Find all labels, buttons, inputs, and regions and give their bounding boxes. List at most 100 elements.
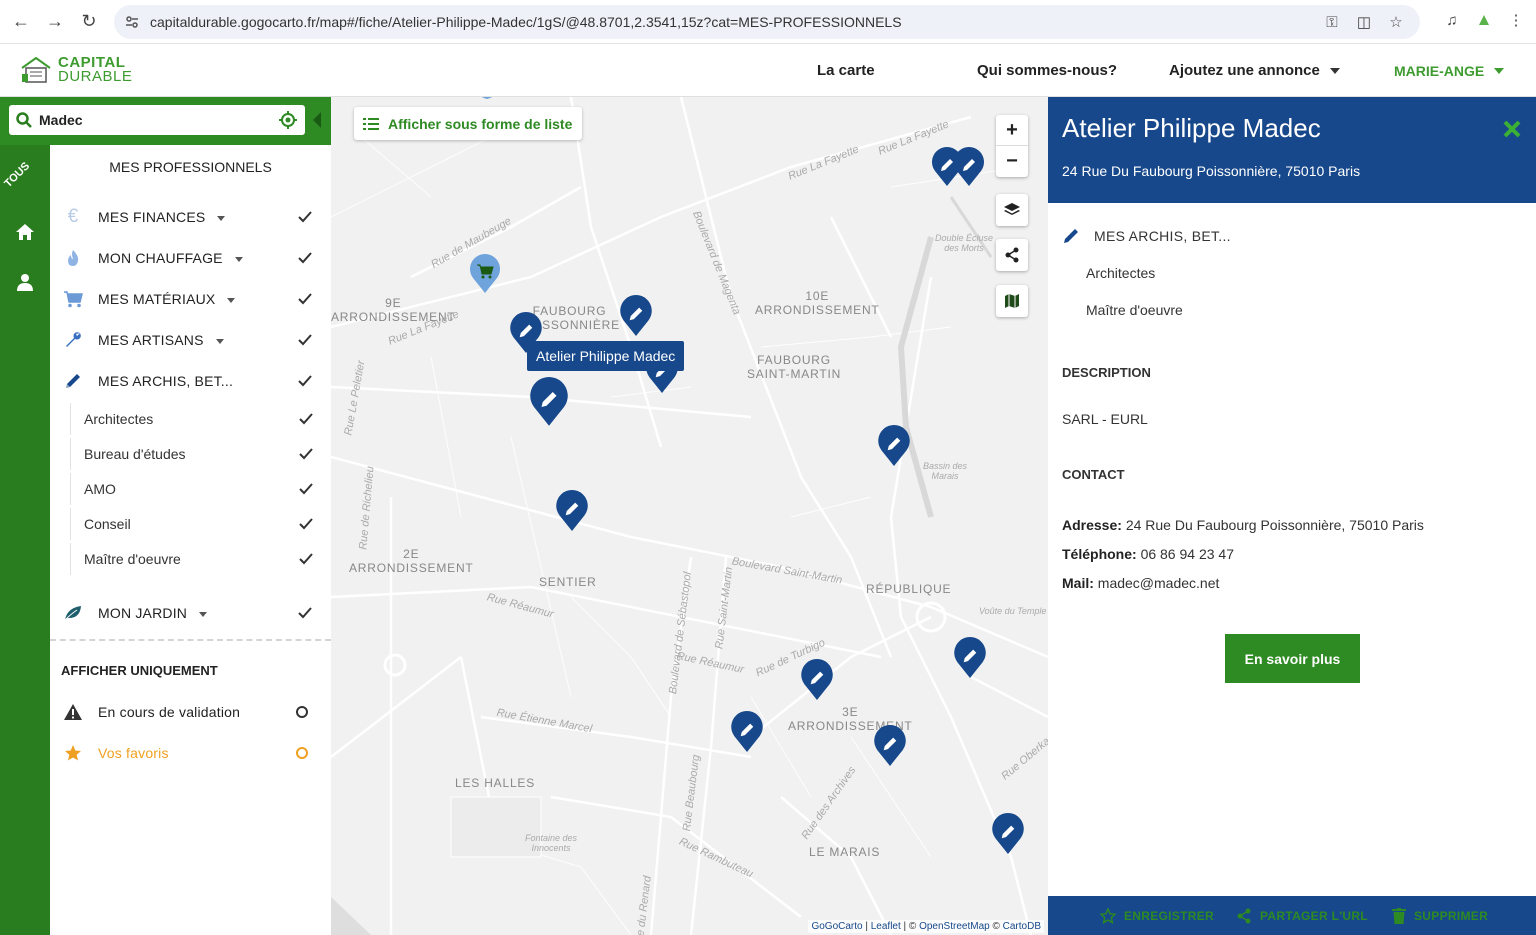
check-icon[interactable]: [298, 210, 312, 224]
share-button[interactable]: [996, 239, 1028, 271]
subcategory-conseil[interactable]: Conseil: [70, 508, 331, 540]
category-label: MES ARCHIS, BET...: [98, 373, 234, 389]
nav-qui-sommes-nous[interactable]: Qui sommes-nous?: [977, 44, 1117, 97]
share-url-button[interactable]: PARTAGER L'URL: [1236, 908, 1368, 924]
filter-en-cours-validation[interactable]: En cours de validation: [50, 694, 331, 730]
map-marker-archi[interactable]: [730, 711, 764, 753]
star-icon: [62, 742, 84, 764]
check-icon[interactable]: [298, 606, 312, 620]
map-label-le-marais: LE MARAIS: [809, 845, 881, 859]
contact-mail-value[interactable]: madec@madec.net: [1098, 575, 1220, 591]
map-label-line: 2E: [403, 547, 420, 561]
search-box[interactable]: [9, 105, 305, 135]
address-bar[interactable]: capitaldurable.gogocarto.fr/map#/fiche/A…: [114, 5, 1420, 39]
home-icon[interactable]: [10, 217, 40, 247]
category-mes-artisans[interactable]: MES ARTISANS: [50, 322, 331, 358]
star-icon[interactable]: ☆: [1382, 8, 1410, 36]
logo[interactable]: CAPITAL DURABLE: [20, 54, 132, 86]
subcategory-maitre-oeuvre[interactable]: Maître d'oeuvre: [70, 543, 331, 575]
map-marker-archi[interactable]: [953, 147, 985, 187]
contact-title: CONTACT: [1062, 467, 1125, 482]
check-icon[interactable]: [298, 292, 312, 306]
filter-vos-favoris[interactable]: Vos favoris: [50, 735, 331, 771]
check-icon[interactable]: [298, 374, 312, 388]
url-text[interactable]: capitaldurable.gogocarto.fr/map#/fiche/A…: [150, 14, 1318, 30]
category-mes-archis[interactable]: MES ARCHIS, BET...: [50, 363, 331, 399]
map-marker-archi[interactable]: [619, 295, 653, 337]
more-info-button[interactable]: En savoir plus: [1225, 634, 1360, 683]
euro-icon: €: [67, 206, 79, 227]
contact-mail-label: Mail:: [1062, 575, 1094, 591]
chevron-down-icon[interactable]: [215, 338, 224, 344]
pencil-icon: [62, 370, 84, 392]
back-icon[interactable]: ←: [4, 5, 38, 39]
user-menu[interactable]: MARIE-ANGE: [1394, 44, 1505, 97]
forward-icon[interactable]: →: [38, 5, 72, 39]
share-url-label: PARTAGER L'URL: [1260, 908, 1368, 923]
map-marker-archi[interactable]: [873, 725, 907, 767]
check-icon[interactable]: [299, 447, 313, 461]
reload-icon[interactable]: ↻: [72, 5, 106, 39]
menu-icon[interactable]: ⋮: [1502, 6, 1530, 34]
extension-icon[interactable]: [1470, 6, 1498, 34]
filter-label: En cours de validation: [98, 704, 241, 720]
map-view-button[interactable]: [996, 285, 1028, 317]
map[interactable]: 9E ARRONDISSEMENT FAUBOURG POISSONNIÈRE 10…: [331, 97, 1048, 935]
zoom-in-button[interactable]: +: [996, 115, 1028, 146]
category-mon-chauffage[interactable]: MON CHAUFFAGE: [50, 240, 331, 276]
layers-button[interactable]: [996, 194, 1028, 226]
map-marker-archi[interactable]: [800, 659, 834, 701]
nav-ajoutez-annonce[interactable]: Ajoutez une annonce: [1169, 44, 1340, 97]
save-button[interactable]: ENREGISTRER: [1100, 907, 1214, 924]
map-marker-archi[interactable]: [555, 490, 589, 532]
attr-gogocarto-link[interactable]: GoGoCarto: [811, 921, 862, 932]
check-icon[interactable]: [298, 251, 312, 265]
check-icon[interactable]: [299, 517, 313, 531]
category-mes-materiaux[interactable]: MES MATÉRIAUX: [50, 281, 331, 317]
user-icon[interactable]: [10, 267, 40, 297]
description-text: SARL - EURL: [1062, 411, 1148, 427]
map-label-line: 10E: [805, 289, 830, 303]
geolocate-icon[interactable]: [275, 107, 301, 133]
map-marker-archi[interactable]: [877, 425, 911, 467]
chevron-down-icon[interactable]: [234, 256, 243, 262]
check-icon[interactable]: [298, 333, 312, 347]
chevron-down-icon[interactable]: [199, 611, 208, 617]
map-marker-materiaux[interactable]: [469, 254, 501, 294]
contact-phone-value[interactable]: 06 86 94 23 47: [1141, 546, 1234, 562]
subcategory-architectes[interactable]: Architectes: [70, 403, 331, 435]
site-info-icon[interactable]: [114, 15, 150, 29]
search-input[interactable]: [39, 112, 275, 128]
map-label-line: 9E: [385, 296, 402, 310]
list-view-button[interactable]: Afficher sous forme de liste: [354, 107, 582, 140]
chevron-down-icon[interactable]: [227, 297, 236, 303]
check-icon[interactable]: [299, 412, 313, 426]
install-icon[interactable]: ◫: [1350, 8, 1378, 36]
chevron-down-icon[interactable]: [217, 215, 226, 221]
collapse-sidebar-icon[interactable]: [313, 112, 321, 128]
filter-toggle[interactable]: [296, 747, 308, 759]
map-marker-selected[interactable]: [527, 377, 571, 427]
contact-address-label: Adresse:: [1062, 517, 1122, 533]
map-marker-archi[interactable]: [991, 813, 1025, 855]
subcategory-bureau-etudes[interactable]: Bureau d'études: [70, 438, 331, 470]
check-icon[interactable]: [299, 552, 313, 566]
nav-la-carte[interactable]: La carte: [817, 44, 875, 97]
close-icon[interactable]: [1502, 119, 1522, 139]
subcategory-amo[interactable]: AMO: [70, 473, 331, 505]
filter-toggle[interactable]: [296, 706, 308, 718]
map-label-line: ARRONDISSEMENT: [755, 303, 880, 317]
zoom-out-button[interactable]: −: [996, 146, 1028, 177]
tab-tous[interactable]: TOUS: [2, 160, 32, 190]
category-mon-jardin[interactable]: MON JARDIN: [50, 595, 331, 631]
attr-cartodb-link[interactable]: CartoDB: [1003, 921, 1041, 932]
attr-leaflet-link[interactable]: Leaflet: [871, 921, 901, 932]
attr-osm-link[interactable]: OpenStreetMap: [919, 921, 990, 932]
check-icon[interactable]: [299, 482, 313, 496]
category-mes-finances[interactable]: € MES FINANCES: [50, 199, 331, 235]
delete-button[interactable]: SUPPRIMER: [1392, 907, 1488, 924]
map-marker-archi[interactable]: [953, 637, 987, 679]
media-icon[interactable]: ♫: [1438, 6, 1466, 34]
key-icon[interactable]: ⚿: [1318, 8, 1346, 36]
category-strip: TOUS: [0, 97, 50, 935]
